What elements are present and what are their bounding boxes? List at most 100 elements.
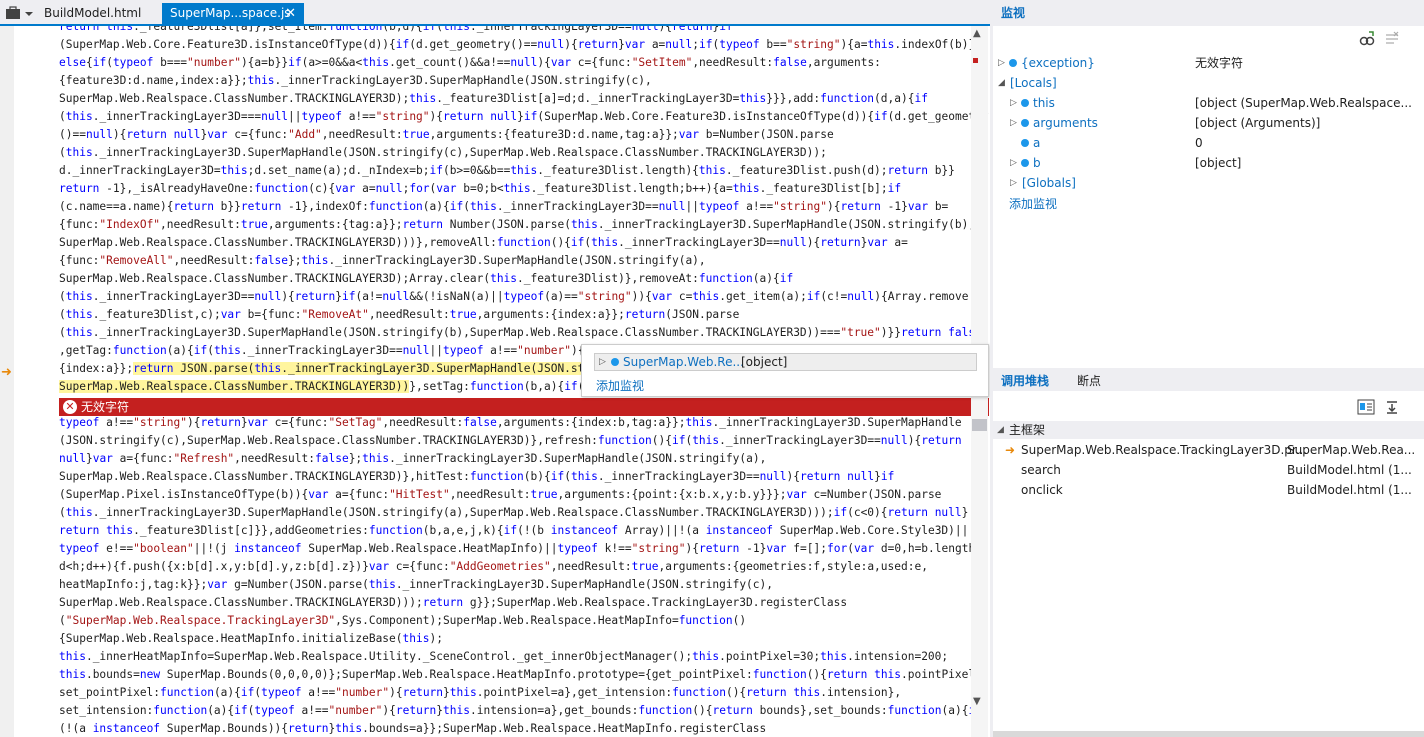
watch-name: b (1033, 156, 1041, 170)
tab-label: BuildModel.html (44, 6, 142, 20)
scrollbar-thumb[interactable] (972, 419, 987, 431)
code-line[interactable]: (this._innerTrackingLayer3D===null||type… (59, 108, 989, 126)
code-line[interactable]: d<h;d++){f.push({x:b[d].x,y:b[d].y,z:b[d… (59, 558, 971, 576)
bottom-status-strip (993, 731, 1424, 737)
code-line[interactable]: (this._innerTrackingLayer3D==null){retur… (59, 288, 971, 306)
add-watch-link[interactable]: 添加监视 (1009, 195, 1057, 212)
code-line[interactable]: set_intension:function(a){if(typeof a!==… (59, 702, 982, 720)
close-tab-icon[interactable]: ✕ (285, 3, 296, 24)
callstack-panel: 调用堆栈 断点 ◢ 主框架 ➜ SuperMap.Web.Realspace.T… (993, 371, 1424, 737)
callstack-tabs: 调用堆栈 断点 (993, 371, 1424, 391)
frame-location: BuildModel.html (1... (1287, 483, 1412, 497)
scroll-up-icon[interactable]: ▲ (973, 28, 981, 39)
code-line[interactable]: return -1},_isAlreadyHaveOne:function(c)… (59, 180, 971, 198)
step-into-icon[interactable] (1384, 399, 1400, 415)
code-line[interactable]: SuperMap.Web.Realspace.ClassNumber.TRACK… (59, 234, 971, 252)
tab-buildmodel-html[interactable]: BuildModel.html (36, 3, 160, 24)
code-line[interactable]: (this._innerTrackingLayer3D.SuperMapHand… (59, 144, 971, 162)
code-line[interactable]: heatMapInfo:j,tag:k}};var g=Number(JSON.… (59, 576, 971, 594)
frame-name: SuperMap.Web.Realspace.TrackingLayer3D.p… (1021, 443, 1308, 457)
code-line[interactable]: (JSON.stringify(c),SuperMap.Web.Realspac… (59, 432, 971, 450)
watch-row-a[interactable]: a 0 (993, 133, 1424, 153)
frame-location: BuildModel.html (1... (1287, 463, 1412, 477)
code-line[interactable]: set_pointPixel:function(a){if(typeof a!=… (59, 684, 971, 702)
code-line[interactable]: else{if(typeof b==="number"){a=b}}if(a>=… (59, 54, 971, 72)
error-marker (973, 58, 978, 63)
code-line[interactable]: (this._innerTrackingLayer3D.SuperMapHand… (59, 504, 971, 522)
object-icon (1021, 99, 1029, 107)
watch-value: 无效字符 (1195, 56, 1244, 70)
code-line[interactable]: this.bounds=new SuperMap.Bounds(0,0,0,0)… (59, 666, 989, 684)
datatip-add-watch-link[interactable]: 添加监视 (596, 377, 644, 394)
scroll-down-icon[interactable]: ▼ (973, 696, 981, 707)
code-line[interactable]: SuperMap.Web.Realspace.ClassNumber.TRACK… (59, 594, 971, 612)
code-line[interactable]: {SuperMap.Web.Realspace.HeatMapInfo.init… (59, 630, 971, 648)
show-external-code-icon[interactable] (1357, 399, 1375, 415)
code-line[interactable]: typeof e!=="boolean"||!(j instanceof Sup… (59, 540, 982, 558)
code-line[interactable]: {func:"IndexOf",needResult:true,argument… (59, 216, 975, 234)
tab-breakpoints[interactable]: 断点 (1077, 371, 1101, 391)
watch-row-arguments[interactable]: ▷ arguments [object (Arguments)] (993, 113, 1424, 133)
object-icon (1021, 119, 1029, 127)
toolbox-dropdown-icon[interactable] (4, 5, 34, 21)
code-editor[interactable]: ➜ return this._feature3Dlist[a]},set_Ite… (0, 26, 990, 737)
error-icon: ✕ (63, 400, 77, 414)
code-line[interactable]: {feature3D:d.name,index:a}};this._innerT… (59, 72, 971, 90)
delete-all-watch-icon[interactable] (1384, 31, 1400, 47)
code-line[interactable]: return this._feature3Dlist[a]},set_Item:… (59, 26, 971, 36)
code-line[interactable]: SuperMap.Web.Realspace.ClassNumber.TRACK… (59, 468, 971, 486)
watch-row-locals[interactable]: ◢ [Locals] (993, 73, 1424, 93)
code-line[interactable]: SuperMap.Web.Realspace.ClassNumber.TRACK… (59, 270, 971, 288)
watch-name: {exception} (1021, 56, 1095, 70)
expand-arrow-icon[interactable]: ▷ (1010, 173, 1017, 193)
expand-arrow-icon[interactable]: ▷ (1010, 93, 1017, 113)
code-line[interactable]: this._innerHeatMapInfo=SuperMap.Web.Real… (59, 648, 971, 666)
expand-arrow-icon[interactable]: ▷ (998, 53, 1005, 73)
collapse-arrow-icon[interactable]: ◢ (997, 421, 1004, 439)
code-line[interactable]: (c.name==a.name){return b}}return -1},in… (59, 198, 971, 216)
tab-callstack[interactable]: 调用堆栈 (1001, 371, 1049, 391)
callstack-row[interactable]: search BuildModel.html (1... (993, 460, 1424, 480)
watch-row-b[interactable]: ▷ b [object] (993, 153, 1424, 173)
frame-name: onclick (1021, 483, 1063, 497)
breakpoint-margin[interactable] (0, 26, 14, 737)
refresh-watch-icon[interactable] (1359, 31, 1375, 47)
expand-arrow-icon[interactable]: ▷ (1010, 113, 1017, 133)
callstack-row[interactable]: onclick BuildModel.html (1... (993, 480, 1424, 500)
watch-row-exception[interactable]: ▷ {exception} 无效字符 (993, 53, 1424, 73)
code-line[interactable]: ()==null){return null}var c={func:"Add",… (59, 126, 971, 144)
watch-row-globals[interactable]: ▷ [Globals] (993, 173, 1424, 193)
watch-value: [object] (1195, 156, 1242, 170)
expand-arrow-icon[interactable]: ▷ (599, 354, 606, 370)
code-line[interactable]: (SuperMap.Web.Core.Feature3D.isInstanceO… (59, 36, 975, 54)
collapse-arrow-icon[interactable]: ◢ (998, 73, 1005, 93)
callstack-row[interactable]: ➜ SuperMap.Web.Realspace.TrackingLayer3D… (993, 440, 1424, 460)
watch-row-this[interactable]: ▷ this [object (SuperMap.Web.Realspace..… (993, 93, 1424, 113)
code-line[interactable]: (this._feature3Dlist,c);var b={func:"Rem… (59, 306, 971, 324)
code-line[interactable]: (SuperMap.Pixel.isInstanceOfType(b)){var… (59, 486, 971, 504)
exception-bar: ✕ 无效字符 (59, 398, 989, 416)
code-line[interactable]: null}var a={func:"Refresh",needResult:fa… (59, 450, 971, 468)
code-line[interactable]: (this._innerTrackingLayer3D.SuperMapHand… (59, 324, 989, 342)
code-line[interactable]: typeof a!=="string"){return}var c={func:… (59, 414, 971, 432)
watch-value: [object (SuperMap.Web.Realspace... (1195, 96, 1412, 110)
current-statement-arrow-icon: ➜ (1, 365, 12, 380)
object-icon (1021, 159, 1029, 167)
datatip-row[interactable]: ▷ SuperMap.Web.Re... [object] (594, 353, 977, 371)
tab-label: SuperMap...space.js (170, 6, 291, 20)
watch-panel: 监视 ▷ {exception} 无效字符 ◢ [Locals] ▷ this … (993, 0, 1424, 368)
datatip-name: SuperMap.Web.Re... (623, 355, 744, 369)
code-line[interactable]: {func:"RemoveAll",needResult:false};this… (59, 252, 971, 270)
watch-name: a (1033, 136, 1041, 150)
watch-name: this (1033, 96, 1055, 110)
object-icon (611, 358, 619, 366)
code-line[interactable]: ("SuperMap.Web.Realspace.TrackingLayer3D… (59, 612, 971, 630)
code-line[interactable]: d._innerTrackingLayer3D=this;d.set_name(… (59, 162, 971, 180)
code-line[interactable]: (!(a instanceof SuperMap.Bounds)){return… (59, 720, 971, 737)
watch-toolbar (993, 26, 1424, 52)
editor-tab-strip: BuildModel.html SuperMap...space.js ✕ (0, 0, 990, 26)
code-line[interactable]: return this._feature3Dlist[c]}},addGeome… (59, 522, 971, 540)
tab-supermap-realspace-js[interactable]: SuperMap...space.js ✕ (162, 3, 304, 24)
code-line[interactable]: SuperMap.Web.Realspace.ClassNumber.TRACK… (59, 90, 971, 108)
expand-arrow-icon[interactable]: ▷ (1010, 153, 1017, 173)
